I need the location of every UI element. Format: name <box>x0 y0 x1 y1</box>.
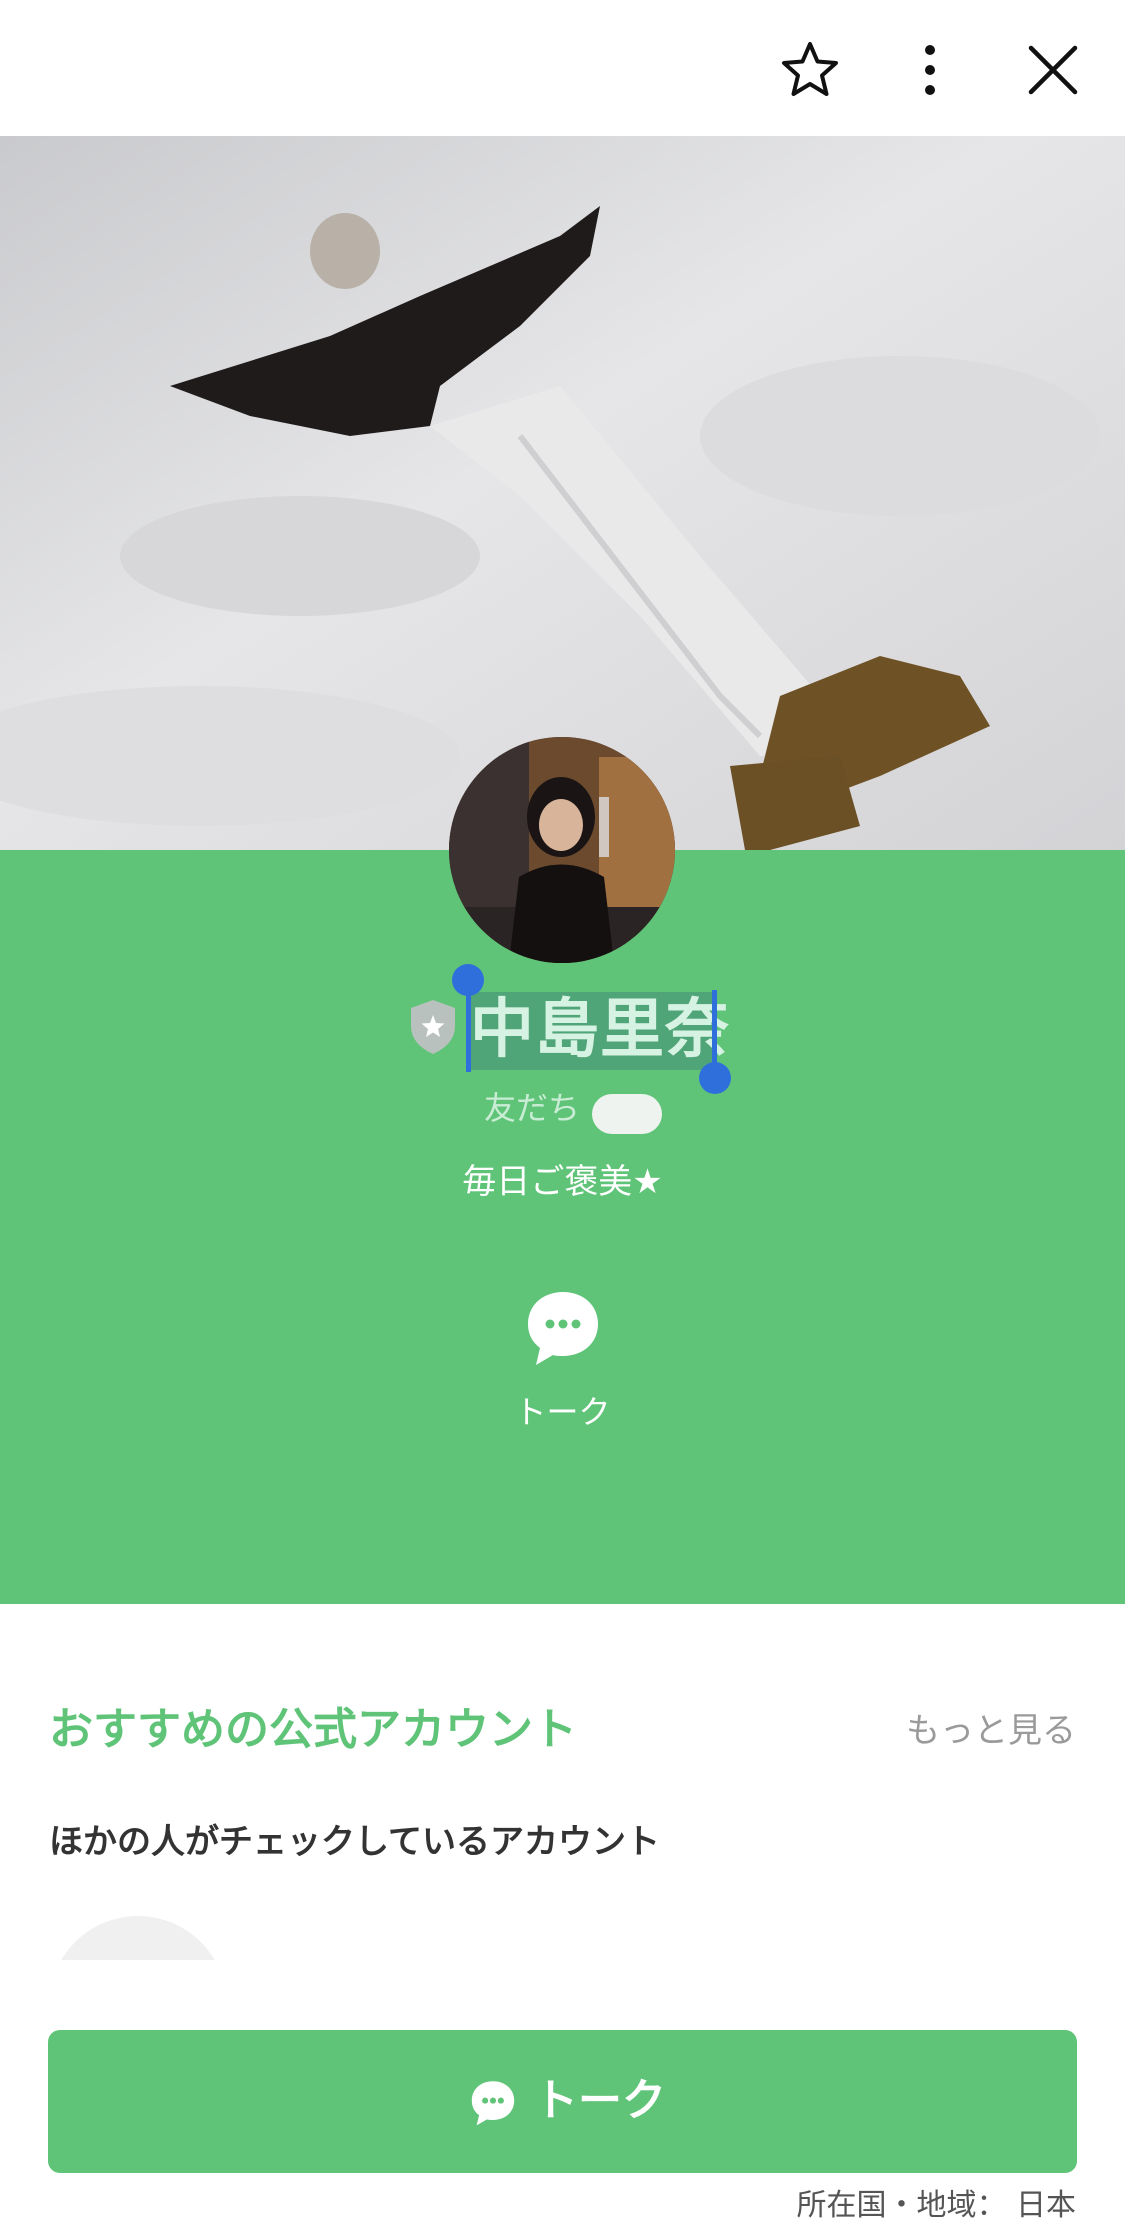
recommended-accounts-subtitle: ほかの人がチェックしているアカウント <box>49 1822 660 1862</box>
star-outline-icon <box>782 42 838 96</box>
talk-action-label: トーク <box>514 1393 611 1431</box>
more-vertical-icon <box>925 45 935 95</box>
selection-start-handle[interactable] <box>452 964 484 996</box>
friend-count-pill <box>592 1094 662 1134</box>
avatar[interactable] <box>449 737 675 963</box>
friend-status-row: 友だち <box>0 1086 1125 1136</box>
selection-start-caret[interactable] <box>466 990 471 1072</box>
top-bar <box>0 0 1125 136</box>
status-message: 毎日ご褒美★ <box>462 1162 663 1202</box>
profile-name[interactable]: 中島里奈 <box>470 990 730 1070</box>
more-menu-button[interactable] <box>890 30 970 110</box>
chat-bubble-icon <box>471 2081 515 2126</box>
talk-button-label: トーク <box>534 2075 666 2126</box>
recommended-accounts-title: おすすめの公式アカウント <box>49 1704 577 1755</box>
talk-button[interactable]: トーク <box>48 2030 1077 2173</box>
star-shield-icon <box>411 1000 455 1054</box>
favorite-button[interactable] <box>770 30 850 110</box>
close-icon <box>1028 45 1078 95</box>
see-more-link[interactable]: もっと見る <box>906 1706 1076 1756</box>
list-fade <box>0 1960 1125 1990</box>
close-button[interactable] <box>1013 30 1093 110</box>
chat-bubble-icon <box>528 1292 598 1365</box>
profile-name-row: 中島里奈 <box>0 964 1125 1094</box>
region-text: 所在国・地域： 日本 <box>796 2188 1076 2223</box>
selection-end-caret[interactable] <box>712 990 717 1072</box>
relation-label: 友だち <box>484 1089 581 1127</box>
talk-action-button[interactable]: トーク <box>490 1290 635 1440</box>
profile-section <box>0 850 1125 1604</box>
